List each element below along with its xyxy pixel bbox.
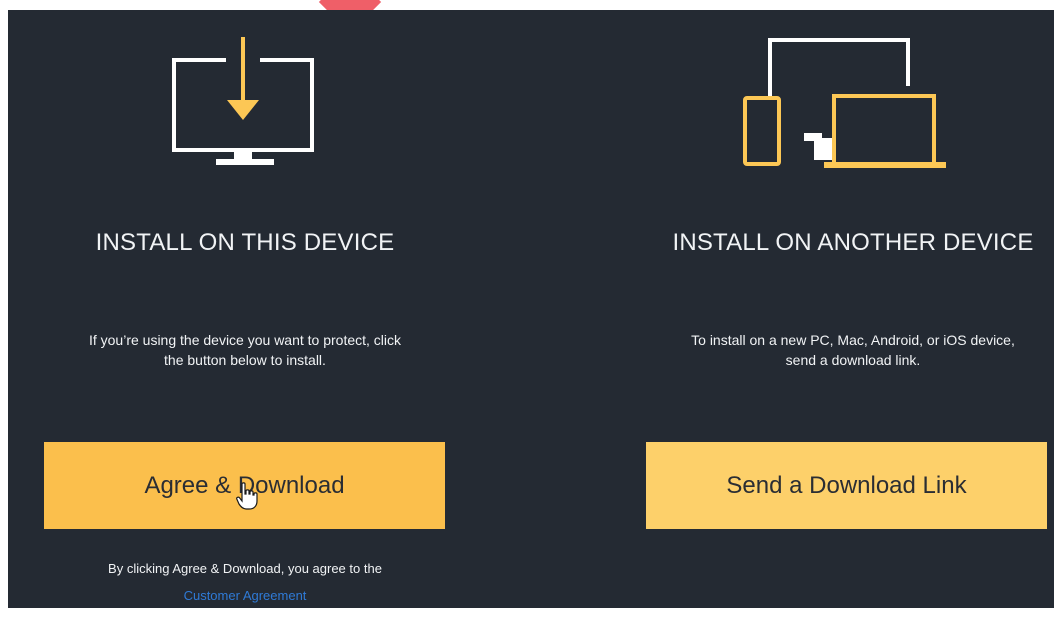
monitor-download-icon — [172, 37, 314, 165]
hand-cursor-icon — [236, 482, 258, 510]
install-another-device-section: INSTALL ON ANOTHER DEVICE To install on … — [644, 20, 1054, 618]
install-another-device-heading: INSTALL ON ANOTHER DEVICE — [672, 229, 1034, 256]
monitor-download-illustration — [44, 20, 446, 180]
description-line: the button below to install. — [164, 352, 326, 368]
multi-device-illustration — [644, 20, 1054, 180]
install-another-device-description: To install on a new PC, Mac, Android, or… — [644, 330, 1054, 370]
description-line: To install on a new PC, Mac, Android, or… — [691, 332, 1015, 348]
install-this-device-description: If you’re using the device you want to p… — [44, 330, 446, 370]
send-download-link-button[interactable]: Send a Download Link — [646, 442, 1047, 529]
install-this-device-section: INSTALL ON THIS DEVICE If you’re using t… — [44, 20, 446, 618]
agreement-notice: By clicking Agree & Download, you agree … — [108, 561, 382, 576]
description-line: send a download link. — [785, 352, 921, 368]
description-line: If you’re using the device you want to p… — [88, 332, 402, 348]
customer-agreement-link[interactable]: Customer Agreement — [44, 588, 446, 603]
install-options-panel: INSTALL ON THIS DEVICE If you’re using t… — [8, 10, 1054, 608]
install-this-device-heading: INSTALL ON THIS DEVICE — [95, 229, 395, 256]
multi-device-icon — [743, 38, 946, 168]
